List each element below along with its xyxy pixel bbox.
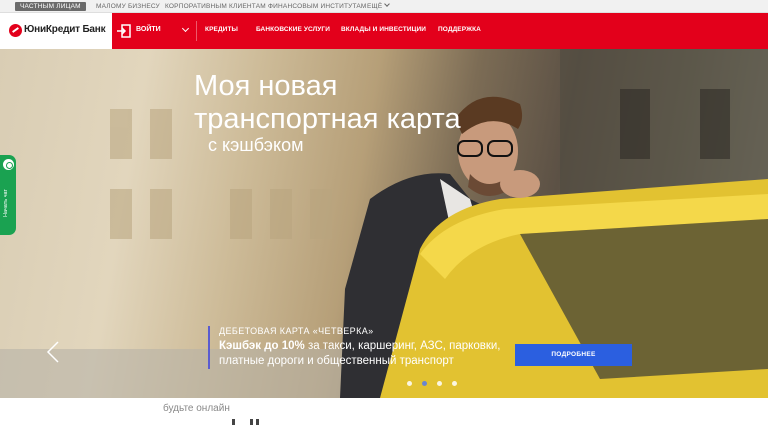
chevron-down-icon [181, 24, 190, 33]
chevron-left-icon[interactable] [46, 341, 60, 363]
hero-title-line2: транспортная карта [194, 103, 461, 135]
cut-off-content [232, 419, 262, 425]
segment-corporate[interactable]: Корпоративным клиентам [165, 2, 266, 11]
nav-item-deposits[interactable]: Вклады и инвестиции [341, 26, 426, 33]
unicredit-logo-icon [9, 24, 22, 37]
slide-dot-active[interactable] [422, 381, 427, 386]
hero-title-line1: Моя новая [194, 70, 338, 102]
segment-more-label: Ещё [367, 3, 383, 10]
slide-dot[interactable] [407, 381, 412, 386]
cashback-highlight: Кэшбэк до 10% [219, 340, 305, 352]
login-label: Войти [136, 26, 161, 33]
card-description: Кэшбэк до 10% за такси, каршеринг, АЗС, … [219, 339, 508, 369]
segment-small-business[interactable]: Малому бизнесу [96, 2, 160, 11]
slide-dot[interactable] [437, 381, 442, 386]
more-button[interactable]: Подробнее [515, 344, 632, 366]
logo-text: ЮниКредит Банк [24, 24, 106, 35]
login-button[interactable]: Войти [112, 13, 196, 49]
segment-more[interactable]: Ещё [367, 1, 391, 11]
hero-subtitle: с кэшбэком [208, 135, 304, 155]
main-nav: ЮниКредит Банк Войти Кредиты Банковские … [0, 13, 768, 49]
slide-dot[interactable] [452, 381, 457, 386]
segment-financial[interactable]: Финансовым институтам [268, 2, 367, 11]
hero-banner[interactable]: Моя новая транспортная карта с кэшбэком … [0, 49, 768, 398]
card-desc-line2: платные дороги и общественный транспорт [219, 355, 454, 367]
nav-item-banking[interactable]: Банковские услуги [256, 26, 330, 33]
nav-divider [196, 21, 197, 41]
segment-private[interactable]: Частным лицам [15, 2, 86, 11]
card-promo: Дебетовая карта «Четверка» Кэшбэк до 10%… [208, 326, 508, 369]
section-title-online: будьте онлайн [163, 403, 230, 414]
segment-bar: Частным лицам Малому бизнесу Корпоративн… [0, 0, 768, 13]
chat-tab[interactable]: Начать чат [0, 155, 16, 235]
chat-icon [3, 159, 14, 170]
nav-item-credits[interactable]: Кредиты [205, 26, 238, 33]
chat-label: Начать чат [3, 189, 9, 217]
nav-item-support[interactable]: Поддержка [438, 26, 481, 33]
card-desc-rest: за такси, каршеринг, АЗС, парковки, [304, 340, 501, 352]
hero-title: Моя новая транспортная карта [194, 70, 461, 136]
card-desc-line1: Кэшбэк до 10% за такси, каршеринг, АЗС, … [219, 339, 508, 354]
login-icon [117, 24, 131, 38]
chevron-down-icon [384, 1, 391, 7]
logo[interactable]: ЮниКредит Банк [0, 13, 112, 49]
card-label: Дебетовая карта «Четверка» [219, 326, 374, 336]
